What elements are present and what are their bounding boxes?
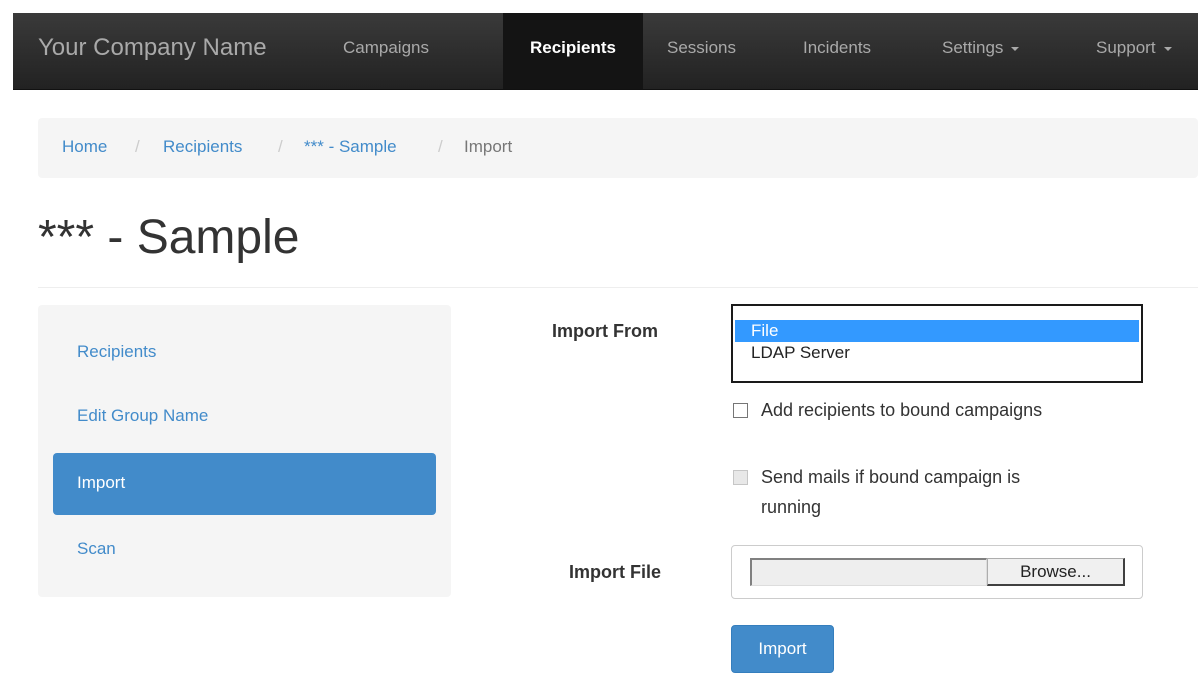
import-from-select[interactable]: File LDAP Server (731, 304, 1143, 383)
breadcrumb-separator: / (438, 137, 443, 156)
sidebar-item-import[interactable]: Import (53, 453, 436, 515)
add-recipients-label: Add recipients to bound campaigns (761, 400, 1043, 420)
chevron-down-icon (1163, 46, 1172, 51)
sidebar-item-edit-group-name[interactable]: Edit Group Name (53, 386, 436, 448)
browse-button[interactable]: Browse... (987, 558, 1125, 586)
import-file-field: Browse... (731, 545, 1143, 599)
nav-incidents[interactable]: Incidents (803, 13, 871, 89)
send-mails-checkbox[interactable] (733, 470, 748, 485)
breadcrumb-separator: / (135, 137, 140, 156)
option-file[interactable]: File (735, 320, 1139, 342)
top-navbar: Your Company Name Campaigns Recipients S… (13, 13, 1198, 90)
nav-campaigns[interactable]: Campaigns (343, 13, 429, 89)
nav-sessions[interactable]: Sessions (667, 13, 736, 89)
breadcrumb: Home / Recipients / *** - Sample / Impor… (38, 118, 1198, 178)
import-from-label: Import From (552, 321, 658, 341)
nav-support-dropdown[interactable]: Support (1096, 13, 1172, 89)
file-path-input[interactable] (750, 558, 987, 586)
sidebar-item-scan[interactable]: Scan (53, 519, 436, 581)
option-ldap-server[interactable]: LDAP Server (735, 342, 1139, 364)
send-mails-label-line2: running (761, 497, 822, 517)
breadcrumb-home[interactable]: Home (62, 118, 107, 178)
chevron-down-icon (1011, 46, 1020, 51)
nav-support-label: Support (1096, 38, 1156, 57)
send-mails-label-line1: Send mails if bound campaign is (761, 467, 1021, 487)
title-divider (38, 287, 1198, 288)
page-title: *** - Sample (38, 211, 300, 264)
breadcrumb-recipients[interactable]: Recipients (163, 118, 242, 178)
nav-settings-label: Settings (942, 38, 1004, 57)
import-file-label: Import File (569, 562, 662, 582)
sidebar: Recipients Edit Group Name Import Scan (38, 305, 451, 597)
sidebar-item-recipients[interactable]: Recipients (53, 322, 436, 384)
brand-name[interactable]: Your Company Name (38, 13, 267, 89)
breadcrumb-separator: / (278, 137, 283, 156)
import-submit-button[interactable]: Import (731, 625, 834, 673)
breadcrumb-current: Import (464, 137, 513, 156)
breadcrumb-group[interactable]: *** - Sample (304, 118, 397, 178)
nav-recipients[interactable]: Recipients (503, 13, 643, 89)
add-recipients-checkbox[interactable] (733, 403, 748, 418)
nav-settings-dropdown[interactable]: Settings (942, 13, 1020, 89)
